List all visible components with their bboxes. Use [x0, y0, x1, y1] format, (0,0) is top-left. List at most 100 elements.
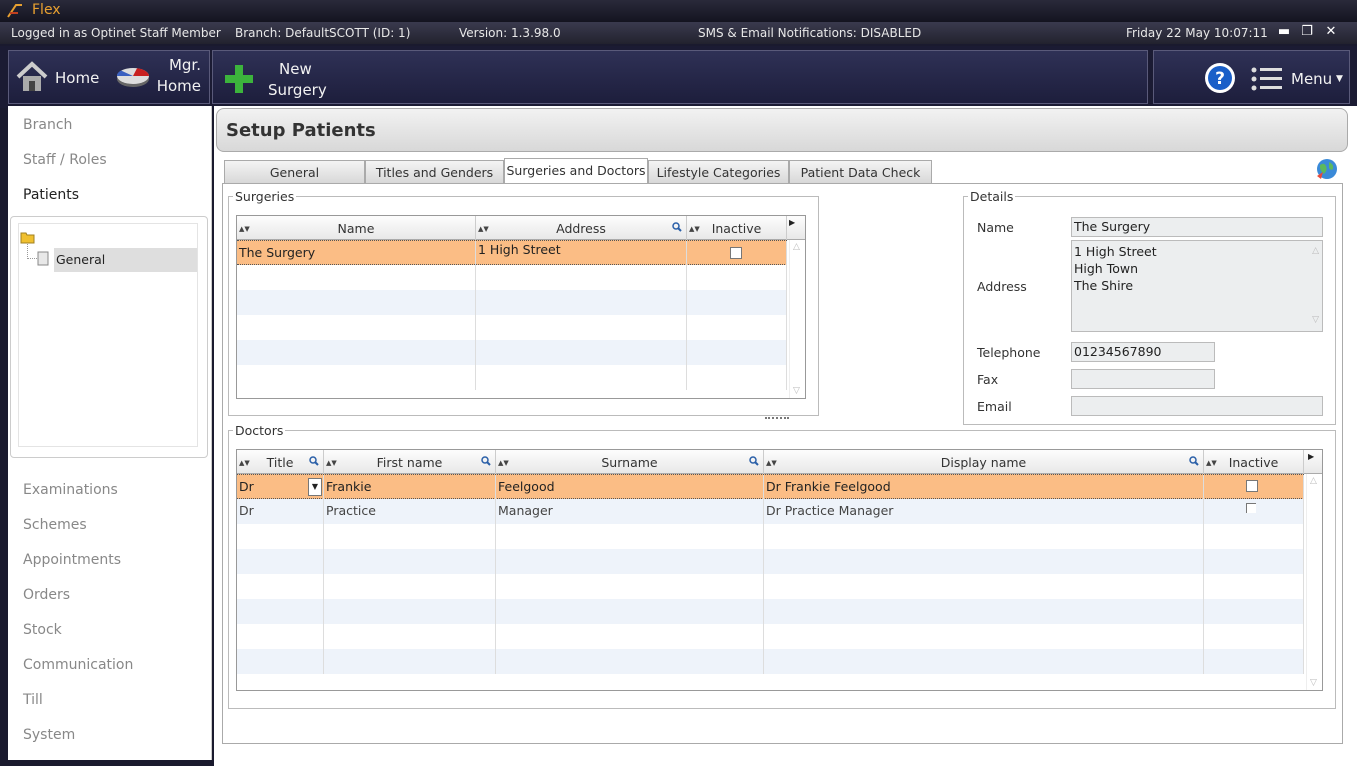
column-header-name[interactable]: ▲▼ Name — [237, 216, 476, 240]
table-row[interactable] — [237, 340, 787, 365]
inactive-checkbox[interactable] — [1246, 480, 1258, 492]
sidebar-item-patients[interactable]: Patients — [23, 187, 79, 203]
home-button[interactable]: Home — [13, 61, 105, 95]
tab-patient-data-check[interactable]: Patient Data Check — [789, 160, 932, 184]
folder-icon[interactable] — [20, 231, 36, 244]
main-content: Setup Patients General Titles and Gender… — [214, 106, 1357, 766]
menu-button[interactable]: Menu ▼ — [1250, 63, 1346, 93]
sort-icon: ▲▼ — [239, 225, 250, 233]
sidebar-item-staff-roles[interactable]: Staff / Roles — [23, 152, 107, 168]
tree-item-general[interactable]: General — [54, 248, 197, 272]
plus-icon — [225, 65, 253, 93]
restore-button[interactable]: ❐ — [1298, 24, 1316, 42]
table-row[interactable] — [237, 315, 787, 340]
scroll-up-icon[interactable]: △ — [1312, 243, 1319, 260]
manager-home-button[interactable]: Mgr. Home — [113, 53, 207, 101]
notifications-text: SMS & Email Notifications: DISABLED — [698, 26, 922, 40]
tree-connector-h — [27, 258, 37, 259]
search-icon[interactable] — [672, 222, 682, 232]
tab-surgeries-doctors[interactable]: Surgeries and Doctors — [504, 158, 648, 185]
globe-refresh-icon[interactable] — [1314, 156, 1340, 182]
minimize-button[interactable]: ▬ — [1275, 24, 1293, 42]
search-icon[interactable] — [749, 456, 759, 466]
chevron-right-icon[interactable]: ▶ — [1308, 452, 1314, 461]
splitter-handle[interactable] — [765, 417, 789, 420]
sidebar-item-examinations[interactable]: Examinations — [23, 482, 118, 498]
sidebar-item-stock[interactable]: Stock — [23, 622, 62, 638]
table-row[interactable] — [237, 599, 1304, 624]
title-dropdown-button[interactable]: ▼ — [308, 478, 322, 496]
sort-icon: ▲▼ — [478, 225, 489, 233]
branch-text: Branch: DefaultSCOTT (ID: 1) — [235, 26, 411, 40]
surgery-inactive-cell — [687, 241, 787, 266]
new-surgery-label-1: New — [279, 60, 312, 78]
column-label-inactive: Inactive — [1228, 455, 1279, 470]
column-header-surname[interactable]: ▲▼ Surname — [496, 450, 764, 474]
table-row[interactable]: Dr Practice Manager Dr Practice Manager — [237, 499, 1304, 524]
column-label-display-name: Display name — [940, 455, 1027, 470]
table-row[interactable]: The Surgery 1 High Street — [237, 240, 787, 266]
sidebar-item-schemes[interactable]: Schemes — [23, 517, 87, 533]
tab-general[interactable]: General — [224, 160, 365, 184]
table-row[interactable] — [237, 549, 1304, 574]
flex-logo-icon — [7, 4, 22, 18]
scroll-down-icon[interactable]: ▽ — [1310, 678, 1317, 688]
table-row[interactable] — [237, 649, 1304, 674]
table-row[interactable]: Dr ▼ Frankie Feelgood Dr Frankie Feelgoo… — [237, 474, 1304, 500]
sidebar-item-appointments[interactable]: Appointments — [23, 552, 121, 568]
fax-field[interactable] — [1071, 369, 1215, 389]
column-header-first-name[interactable]: ▲▼ First name — [324, 450, 496, 474]
new-surgery-button[interactable]: New Surgery — [221, 55, 331, 101]
column-label-name: Name — [337, 221, 375, 236]
column-header-title[interactable]: ▲▼ Title — [237, 450, 324, 474]
close-button[interactable]: ✕ — [1322, 24, 1340, 42]
table-row[interactable] — [237, 365, 787, 390]
scroll-up-icon[interactable]: △ — [1310, 476, 1317, 486]
sidebar-item-till[interactable]: Till — [23, 692, 43, 708]
tab-titles-genders[interactable]: Titles and Genders — [365, 160, 504, 184]
search-icon[interactable] — [481, 456, 491, 466]
column-header-inactive[interactable]: ▲▼ Inactive — [687, 216, 787, 240]
action-button-group: New Surgery — [212, 50, 1148, 104]
table-row[interactable] — [237, 290, 787, 315]
inactive-checkbox[interactable] — [730, 247, 742, 259]
doctors-scrollbar[interactable]: △ ▽ — [1306, 474, 1322, 690]
surgeries-grid[interactable]: ▲▼ Name ▲▼ Address ▲▼ Inactive ▶ The Sur… — [236, 215, 806, 399]
search-icon[interactable] — [1189, 456, 1199, 466]
address-field[interactable]: 1 High Street High Town The Shire △ ▽ — [1071, 240, 1323, 332]
search-icon[interactable] — [309, 456, 319, 466]
new-surgery-label-2: Surgery — [268, 81, 327, 99]
tree-connector — [27, 244, 28, 259]
scroll-down-icon[interactable]: ▽ — [793, 386, 800, 396]
column-header-inactive[interactable]: ▲▼ Inactive — [1204, 450, 1304, 474]
sort-icon: ▲▼ — [766, 459, 777, 467]
column-header-address[interactable]: ▲▼ Address — [476, 216, 687, 240]
title-bar: Flex — [0, 0, 1357, 22]
tab-lifestyle-categories[interactable]: Lifestyle Categories — [648, 160, 789, 184]
doctors-grid[interactable]: ▲▼ Title ▲▼ First name ▲▼ Surname ▲▼ Dis… — [236, 449, 1323, 691]
details-legend: Details — [970, 189, 1014, 204]
chevron-down-icon: ▼ — [1336, 74, 1343, 84]
telephone-field[interactable]: 01234567890 — [1071, 342, 1215, 362]
logged-in-text: Logged in as Optinet Staff Member — [11, 26, 221, 40]
sidebar-item-system[interactable]: System — [23, 727, 75, 743]
email-field[interactable] — [1071, 396, 1323, 416]
scroll-down-icon[interactable]: ▽ — [1312, 312, 1319, 329]
scroll-up-icon[interactable]: △ — [793, 242, 800, 252]
doctor-title-value: Dr — [239, 479, 254, 494]
inactive-checkbox[interactable] — [1246, 503, 1256, 513]
table-row[interactable] — [237, 265, 787, 290]
surgeries-legend: Surgeries — [235, 189, 295, 204]
sidebar-item-orders[interactable]: Orders — [23, 587, 70, 603]
sidebar-item-branch[interactable]: Branch — [23, 117, 72, 133]
help-icon[interactable]: ? — [1204, 62, 1236, 94]
address-line-2: High Town — [1074, 261, 1139, 276]
table-row[interactable] — [237, 574, 1304, 599]
chevron-right-icon[interactable]: ▶ — [789, 218, 795, 227]
sidebar-item-communication[interactable]: Communication — [23, 657, 133, 673]
table-row[interactable] — [237, 524, 1304, 549]
name-field[interactable]: The Surgery — [1071, 217, 1323, 237]
surgeries-scrollbar[interactable]: △ ▽ — [789, 240, 805, 398]
column-header-display-name[interactable]: ▲▼ Display name — [764, 450, 1204, 474]
table-row[interactable] — [237, 624, 1304, 649]
